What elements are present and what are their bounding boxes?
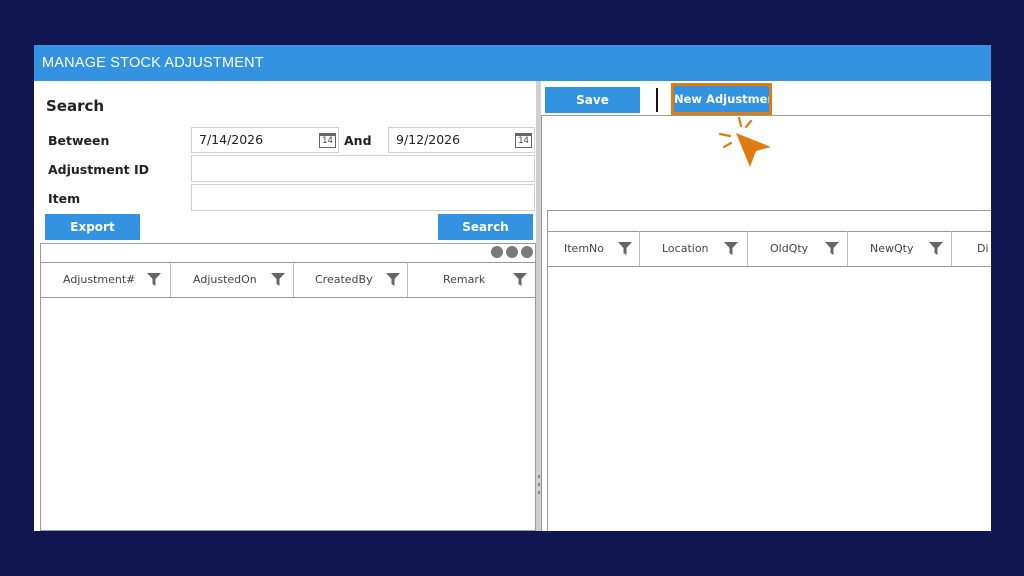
from-date-value: 7/14/2026 (199, 132, 264, 147)
window-title: MANAGE STOCK ADJUSTMENT (34, 45, 991, 81)
to-date-value: 9/12/2026 (396, 132, 461, 147)
adjustment-items-grid: ItemNo Location OldQty NewQty Di (547, 210, 991, 531)
item-input[interactable] (191, 184, 535, 211)
column-header-new-qty[interactable]: NewQty (848, 231, 952, 266)
splitter-grip[interactable] (538, 491, 540, 494)
search-button[interactable]: Search (438, 214, 533, 240)
save-button[interactable]: Save (545, 87, 640, 113)
search-heading: Search (46, 97, 105, 115)
calendar-icon[interactable]: 14 (515, 133, 532, 148)
column-header-location[interactable]: Location (640, 231, 748, 266)
filter-icon[interactable] (724, 242, 738, 255)
column-header-adjusted-on[interactable]: AdjustedOn (171, 262, 294, 297)
filter-icon[interactable] (386, 273, 400, 286)
filter-icon[interactable] (271, 273, 285, 286)
cursor-click-icon (718, 117, 771, 167)
item-label: Item (48, 191, 81, 206)
filter-icon[interactable] (618, 242, 632, 255)
grid-header-bottom-rule (41, 297, 535, 298)
column-header-created-by[interactable]: CreatedBy (294, 262, 408, 297)
stock-adjustment-window: MANAGE STOCK ADJUSTMENT Search Between 7… (34, 45, 991, 531)
filter-icon[interactable] (513, 273, 527, 286)
splitter-grip[interactable] (538, 483, 540, 486)
splitter-grip[interactable] (538, 475, 540, 478)
column-header-old-qty[interactable]: OldQty (748, 231, 848, 266)
and-label: And (344, 133, 372, 148)
calendar-icon[interactable]: 14 (319, 133, 336, 148)
export-button[interactable]: Export (45, 214, 140, 240)
grid-header-bottom-rule (548, 266, 991, 267)
column-header-item-no[interactable]: ItemNo (548, 231, 640, 266)
filter-icon[interactable] (147, 273, 161, 286)
adjustments-grid: Adjustment# AdjustedOn CreatedBy Remark (40, 243, 536, 531)
filter-icon[interactable] (825, 242, 839, 255)
more-options-icon[interactable] (491, 246, 533, 258)
column-header-remark[interactable]: Remark (408, 262, 535, 297)
adjustment-id-input[interactable] (191, 155, 535, 182)
adjustment-detail-panel: ItemNo Location OldQty NewQty Di (541, 115, 991, 531)
between-label: Between (48, 133, 110, 148)
column-header-diff[interactable]: Di (952, 231, 991, 266)
adjustment-id-label: Adjustment ID (48, 162, 149, 177)
new-adjustment-button[interactable]: New Adjustment (674, 86, 769, 112)
toolbar-separator (656, 88, 658, 112)
column-header-adjustment-no[interactable]: Adjustment# (41, 262, 171, 297)
filter-icon[interactable] (929, 242, 943, 255)
to-date-picker[interactable]: 9/12/2026 14 (388, 127, 535, 153)
from-date-picker[interactable]: 7/14/2026 14 (191, 127, 339, 153)
